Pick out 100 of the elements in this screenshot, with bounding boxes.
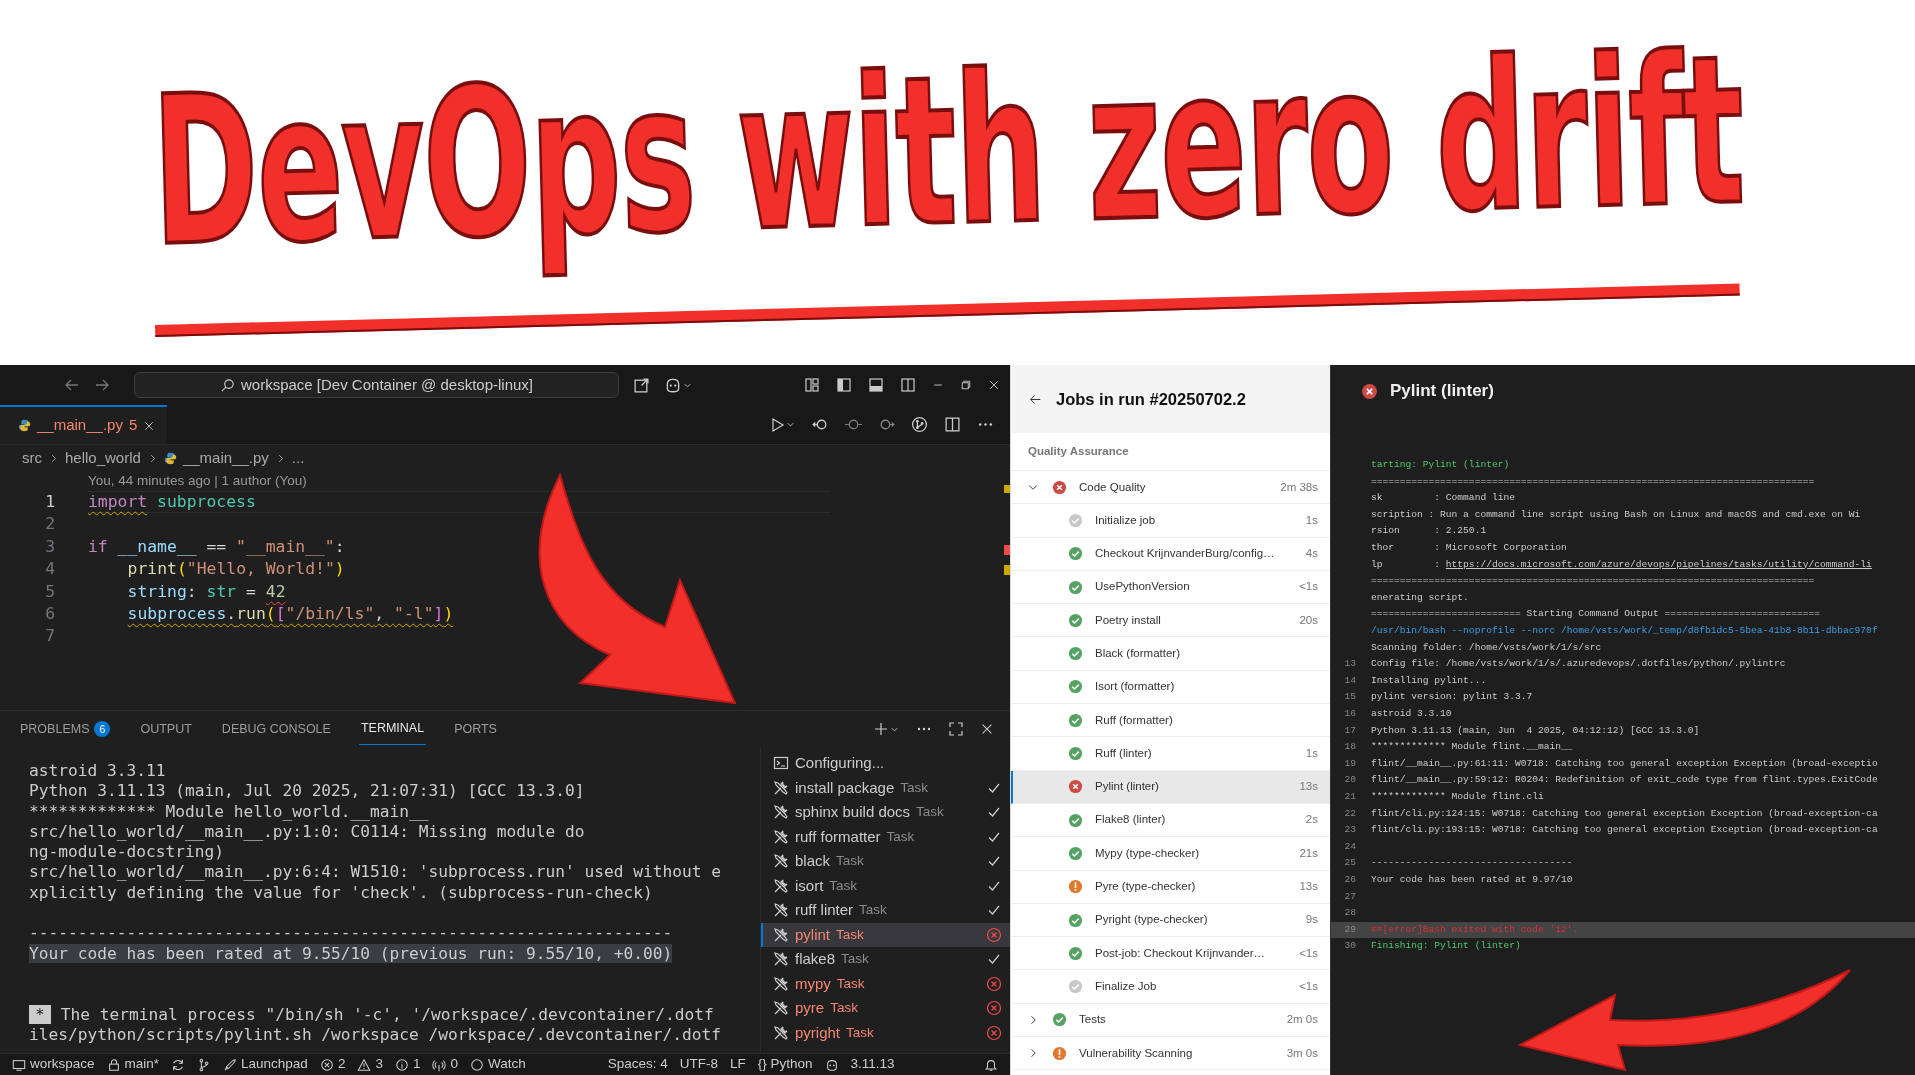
task-item[interactable]: isort Task — [761, 873, 1010, 898]
task-item[interactable]: mypy Task — [761, 971, 1010, 996]
line-number: 17 — [1343, 723, 1357, 738]
status-item[interactable]: 3 — [351, 1054, 389, 1075]
split-editor-icon[interactable] — [944, 416, 961, 433]
status-item[interactable]: 3.11.13 — [844, 1054, 901, 1075]
status-item[interactable]: 2 — [313, 1054, 352, 1075]
breadcrumb-item[interactable]: ... — [291, 446, 305, 470]
failed-icon — [1068, 779, 1083, 795]
panel-tab[interactable]: DEBUG CONSOLE — [219, 713, 333, 745]
search-field[interactable]: workspace [Dev Container @ desktop-linux] — [134, 372, 619, 398]
status-item[interactable]: 1 — [388, 1054, 427, 1075]
task-item[interactable]: ruff linter Task — [761, 898, 1010, 923]
back-arrow-icon[interactable] — [1029, 392, 1042, 406]
step-row[interactable]: Pyre (type-checker) 13s — [1011, 870, 1330, 904]
step-row[interactable]: UsePythonVersion <1s — [1011, 570, 1330, 605]
step-row[interactable]: Mypy (type-checker) 21s — [1011, 837, 1330, 871]
line-number: 1 — [44, 491, 55, 513]
step-row[interactable]: Finalize Job <1s — [1011, 970, 1330, 1004]
antenna-icon — [432, 1057, 447, 1072]
panel-icon[interactable] — [868, 377, 884, 393]
line-number: 27 — [1343, 889, 1357, 904]
help-link[interactable]: https://docs.microsoft.com/azure/devops/pipelines/tasks/utility/command-li — [1445, 558, 1872, 570]
status-item[interactable]: main* — [100, 1054, 166, 1075]
line-number: 28 — [1343, 906, 1357, 921]
status-item[interactable]: 0 — [426, 1054, 464, 1075]
copilot-icon[interactable] — [664, 376, 682, 394]
sidebar-icon[interactable] — [836, 377, 852, 393]
plus-icon[interactable] — [873, 721, 889, 737]
close-icon[interactable] — [143, 419, 156, 432]
status-item[interactable]: Watch — [463, 1054, 532, 1075]
panel-tab[interactable]: PROBLEMS 6 — [18, 713, 113, 745]
step-row[interactable]: Ruff (formatter) — [1011, 704, 1330, 738]
task-item[interactable]: install package Task — [761, 775, 1010, 800]
line-number: 7 — [44, 625, 55, 648]
status-item[interactable]: UTF-8 — [673, 1054, 724, 1075]
line-number: 21 — [1343, 789, 1357, 804]
tools-icon — [773, 804, 789, 821]
log-line: flint/cli.py:124:15: W0718: Catching too general exception Exception (broad-exception-ca — [1371, 806, 1878, 821]
branch-circle-icon[interactable] — [911, 416, 928, 433]
maximize-icon[interactable] — [948, 721, 964, 737]
task-item[interactable]: pyright Task — [761, 1020, 1010, 1045]
log-line: pylint version: pylint 3.3.7 — [1371, 690, 1533, 705]
remote-icon — [12, 1057, 26, 1072]
step-row[interactable]: Pylint (linter) 13s — [1011, 770, 1330, 804]
step-row[interactable]: Initialize job 1s — [1011, 504, 1330, 538]
task-item[interactable]: pylint Task — [761, 922, 1010, 947]
task-item[interactable]: sphinx build docs Task — [761, 800, 1010, 825]
task-item[interactable]: flake8 Task — [761, 947, 1010, 972]
status-item[interactable]: workspace — [6, 1054, 101, 1075]
log-line: Your code has been rated at 9.97/10 — [1371, 872, 1573, 887]
open-external-icon[interactable] — [633, 376, 650, 394]
status-item[interactable]: LF — [724, 1054, 752, 1075]
breadcrumb-item[interactable]: src — [22, 446, 42, 470]
warning-icon — [1068, 879, 1083, 895]
line-number: 2 — [44, 513, 55, 536]
error-icon — [319, 1057, 334, 1072]
step-row[interactable]: Checkout KrijnvanderBurg/config… 4s — [1011, 537, 1330, 571]
task-item[interactable]: ruff formatter Task — [761, 824, 1010, 849]
status-item[interactable]: Spaces: 4 — [601, 1054, 674, 1075]
layout-icon[interactable] — [804, 377, 820, 393]
job-row[interactable]: Code Quality 2m 38s — [1011, 471, 1330, 505]
step-row[interactable]: Black (formatter) — [1011, 637, 1330, 671]
task-item[interactable]: black Task — [761, 849, 1010, 874]
task-item[interactable]: Configuring... — [761, 751, 1010, 776]
python-file-icon — [18, 419, 31, 432]
panel-tab[interactable]: OUTPUT — [138, 713, 194, 745]
breadcrumb-item[interactable]: __main__.py — [182, 446, 269, 470]
task-item[interactable]: pyre Task — [761, 996, 1010, 1021]
status-item[interactable]: Launchpad — [217, 1054, 314, 1075]
line-number: 19 — [1343, 756, 1357, 771]
step-row[interactable]: Isort (formatter) — [1011, 670, 1330, 705]
step-row[interactable]: Flake8 (linter) 2s — [1011, 803, 1330, 838]
run-icon[interactable] — [769, 416, 785, 433]
close-icon[interactable] — [988, 379, 1000, 391]
blame-annotation[interactable]: You, 44 minutes ago | 1 author (You) — [88, 473, 307, 488]
tools-icon — [773, 926, 789, 943]
step-row[interactable]: Pyright (type-checker) 9s — [1011, 903, 1330, 938]
success-icon — [1068, 579, 1083, 595]
editor-tab[interactable]: __main__.py 5 — [0, 405, 168, 444]
line-number: 4 — [44, 558, 55, 581]
split-icon[interactable] — [900, 377, 916, 393]
job-row[interactable]: Vulnerability Scanning 3m 0s — [1011, 1037, 1330, 1071]
code-line: if __name__ == "__main__": — [88, 535, 346, 558]
panel-tab[interactable]: TERMINAL — [358, 713, 427, 745]
status-item[interactable]: {} Python — [751, 1054, 819, 1075]
log-line: astroid 3.3.10 — [1371, 707, 1452, 721]
step-row[interactable]: Poetry install 20s — [1011, 604, 1330, 638]
close-icon[interactable] — [980, 722, 994, 736]
failed-icon — [1052, 479, 1067, 495]
forward-arrow-icon[interactable] — [94, 377, 110, 393]
breadcrumb-item[interactable]: hello_world — [65, 446, 141, 470]
skipped-icon — [1068, 979, 1083, 995]
step-row[interactable]: Ruff (linter) 1s — [1011, 737, 1330, 771]
section-title: Quality Assurance — [1028, 443, 1129, 459]
panel-tab[interactable]: PORTS — [452, 713, 499, 745]
restore-icon[interactable] — [960, 379, 972, 391]
job-row[interactable]: Tests 2m 0s — [1011, 1003, 1330, 1038]
step-row[interactable]: Post-job: Checkout Krijnvander… <1s — [1011, 937, 1330, 971]
success-icon — [1068, 912, 1083, 928]
